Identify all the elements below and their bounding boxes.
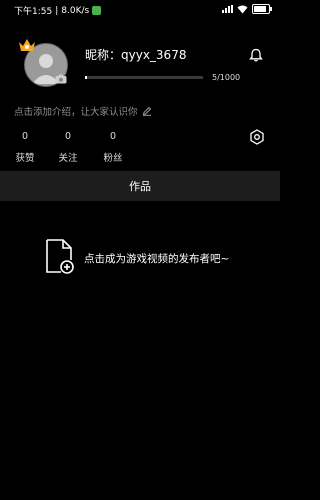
crown-badge-icon	[19, 39, 35, 51]
stat-fans[interactable]: 0 粉丝	[101, 131, 125, 164]
status-time: 下午1:55	[14, 7, 53, 17]
add-file-icon[interactable]	[45, 238, 75, 274]
camera-edit-icon[interactable]	[55, 74, 67, 84]
app-notification-icon	[92, 6, 102, 15]
level-progress-text: 5/1000	[212, 73, 241, 82]
status-bar: 下午1:55 | 8.0K/s	[0, 0, 280, 22]
works-tab-bar: 作品	[0, 171, 280, 201]
status-left: 下午1:55 | 8.0K/s	[14, 4, 102, 17]
stat-fans-label: 粉丝	[103, 153, 123, 164]
stat-likes-label: 获赞	[15, 153, 35, 164]
status-right	[222, 4, 272, 14]
network-speed: 8.0K/s	[61, 5, 90, 16]
intro-prompt: 点击添加介绍，让大家认识你	[14, 107, 138, 118]
bell-icon[interactable]	[249, 48, 263, 62]
nickname[interactable]: 昵称：qyyx_3678	[85, 46, 186, 63]
tab-works[interactable]: 作品	[129, 178, 151, 194]
stat-following[interactable]: 0 关注	[56, 131, 80, 164]
battery-icon	[252, 4, 272, 14]
stat-likes[interactable]: 0 获赞	[13, 131, 37, 164]
stat-following-label: 关注	[58, 153, 78, 164]
stat-fans-count: 0	[109, 131, 117, 142]
empty-state-text[interactable]: 点击成为游戏视频的发布者吧~	[84, 251, 229, 266]
stat-following-count: 0	[64, 131, 72, 142]
pencil-icon	[142, 106, 151, 116]
settings-icon[interactable]	[249, 129, 265, 145]
level-progress-track	[85, 76, 203, 79]
intro-edit-row[interactable]: 点击添加介绍，让大家认识你	[14, 104, 152, 118]
wifi-icon	[237, 5, 248, 13]
level-progress-fill	[85, 76, 87, 79]
signal-icon	[222, 5, 233, 13]
stat-likes-count: 0	[21, 131, 29, 142]
